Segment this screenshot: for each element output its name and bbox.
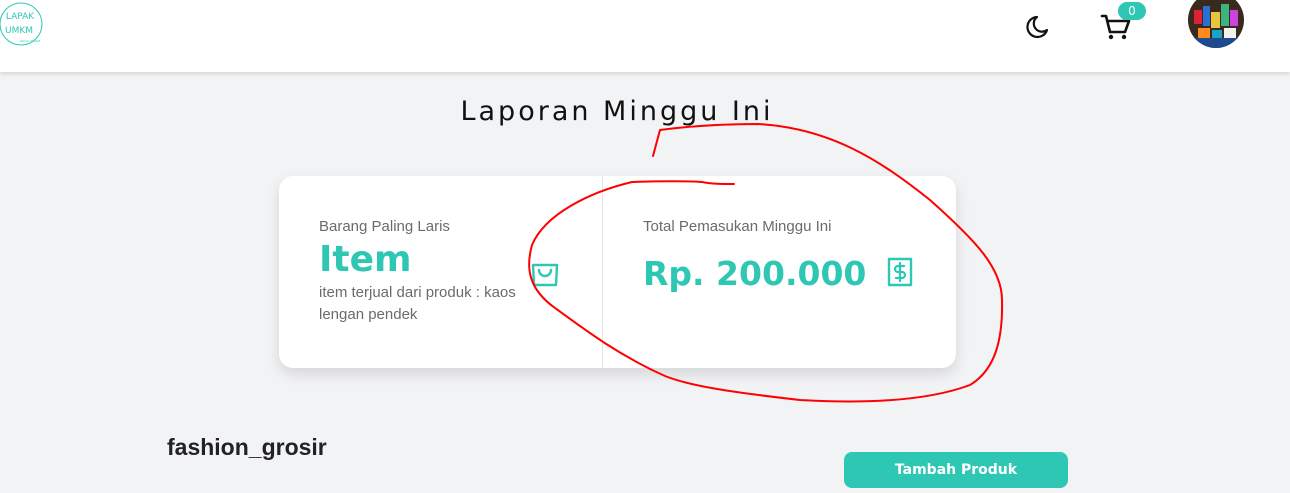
logo-text-1: LAPAK — [6, 12, 35, 22]
add-product-button[interactable]: Tambah Produk — [844, 452, 1068, 488]
shopping-bag-icon — [531, 263, 559, 287]
avatar[interactable] — [1188, 0, 1244, 48]
weekly-report-card: Barang Paling Laris Item item terjual da… — [279, 176, 956, 368]
income-label: Total Pemasukan Minggu Ini — [643, 218, 832, 235]
store-name: fashion_grosir — [167, 434, 327, 460]
dollar-receipt-icon — [887, 257, 913, 287]
card-divider — [602, 176, 603, 368]
logo-icon[interactable]: LAPAK UMKM LOCAL STORE — [0, 0, 44, 48]
best-seller-description: item terjual dari produk : kaos lengan p… — [319, 284, 516, 323]
cart-count-badge[interactable]: 0 — [1118, 2, 1146, 20]
navbar: LAPAK UMKM LOCAL STORE 0 — [0, 0, 1290, 72]
best-seller-value: Item — [319, 239, 412, 280]
report-title: Laporan Minggu Ini — [460, 96, 774, 127]
income-value: Rp. 200.000 — [643, 254, 867, 293]
moon-icon[interactable] — [1022, 13, 1050, 41]
logo-text-3: LOCAL STORE — [20, 39, 41, 43]
logo-text-2: UMKM — [5, 26, 33, 36]
best-seller-label: Barang Paling Laris — [319, 218, 450, 235]
